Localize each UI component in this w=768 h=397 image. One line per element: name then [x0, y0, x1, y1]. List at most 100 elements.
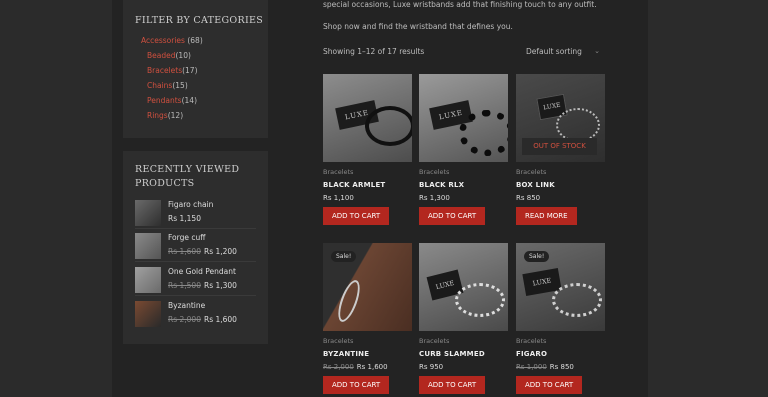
- recent-item[interactable]: Byzantine Rs 2,000 Rs 1,600: [135, 301, 256, 329]
- category-bracelets[interactable]: Bracelets(17): [147, 63, 203, 78]
- category-count: (17): [182, 66, 198, 75]
- product-price: Rs 1,300: [419, 194, 450, 202]
- category-rings[interactable]: Rings(12): [147, 108, 203, 123]
- recently-viewed-title: RECENTLY VIEWED PRODUCTS: [135, 163, 239, 191]
- recent-item-thumbnail: [135, 301, 161, 327]
- category-beaded[interactable]: Beaded(10): [147, 48, 203, 63]
- category-pendants[interactable]: Pendants(14): [147, 93, 203, 108]
- bracelet-shape: [556, 108, 600, 142]
- product-category[interactable]: Bracelets: [323, 337, 412, 345]
- category-label: Chains: [147, 81, 173, 90]
- recent-item-thumbnail: [135, 200, 161, 226]
- bracelet-shape: [455, 283, 505, 317]
- product-name[interactable]: BLACK ARMLET: [323, 181, 412, 189]
- recent-item-price: Rs 1,600 Rs 1,200: [168, 247, 237, 256]
- category-label: Beaded: [147, 51, 176, 60]
- product-card: LUXE Bracelets BLACK ARMLET Rs 1,100 ADD…: [323, 74, 412, 225]
- sale-badge: Sale!: [331, 251, 357, 262]
- category-count: (68): [187, 36, 203, 45]
- recent-item[interactable]: Figaro chain Rs 1,150: [135, 200, 256, 229]
- recent-item-name[interactable]: Forge cuff: [168, 233, 205, 242]
- product-card: LUXE Bracelets BLACK RLX Rs 1,300 ADD TO…: [419, 74, 508, 225]
- recent-item-current-price: Rs 1,200: [203, 247, 237, 256]
- product-image[interactable]: LUXE OUT OF STOCK: [516, 74, 605, 162]
- recent-item-price: Rs 2,000 Rs 1,600: [168, 315, 237, 324]
- recent-item[interactable]: Forge cuff Rs 1,600 Rs 1,200: [135, 233, 256, 262]
- recently-viewed-title-line2: PRODUCTS: [135, 178, 195, 189]
- recent-item-thumbnail: [135, 267, 161, 293]
- recent-item-price: Rs 1,500 Rs 1,300: [168, 281, 237, 290]
- product-category[interactable]: Bracelets: [419, 168, 508, 176]
- recent-item-current-price: Rs 1,600: [203, 315, 237, 324]
- chevron-down-icon: ⌄: [594, 47, 600, 55]
- product-category[interactable]: Bracelets: [516, 168, 605, 176]
- category-count: (15): [172, 81, 188, 90]
- add-to-cart-button[interactable]: ADD TO CART: [419, 207, 486, 225]
- recent-item-old-price: Rs 1,600: [168, 247, 201, 256]
- product-card: Sale! Bracelets BYZANTINE Rs 2,000 Rs 1,6…: [323, 243, 412, 394]
- category-accessories[interactable]: Accessories (68): [141, 33, 203, 48]
- category-label: Accessories: [141, 36, 185, 45]
- product-card: LUXE Bracelets CURB SLAMMED Rs 950 ADD T…: [419, 243, 508, 394]
- product-image[interactable]: LUXE: [419, 74, 508, 162]
- sorting-value: Default sorting: [526, 46, 582, 56]
- bracelet-shape: [365, 106, 412, 146]
- product-price: Rs 850: [516, 194, 541, 202]
- result-count: Showing 1–12 of 17 results: [323, 47, 425, 56]
- recent-item-current-price: Rs 1,300: [203, 281, 237, 290]
- recent-item-name[interactable]: One Gold Pendant: [168, 267, 236, 276]
- category-chains[interactable]: Chains(15): [147, 78, 203, 93]
- product-old-price: Rs 2,000: [323, 363, 354, 371]
- product-category[interactable]: Bracelets: [516, 337, 605, 345]
- category-description-line2: Shop now and find the wristband that def…: [323, 22, 513, 31]
- brand-card-text: LUXE: [438, 108, 464, 122]
- product-old-price: Rs 1,000: [516, 363, 547, 371]
- recently-viewed-widget: RECENTLY VIEWED PRODUCTS Figaro chain Rs…: [123, 151, 268, 344]
- bracelet-shape: [459, 110, 508, 156]
- add-to-cart-button[interactable]: ADD TO CART: [419, 376, 486, 394]
- category-label: Bracelets: [147, 66, 183, 75]
- product-category[interactable]: Bracelets: [323, 168, 412, 176]
- brand-card-text: LUXE: [542, 101, 562, 112]
- product-name[interactable]: BYZANTINE: [323, 350, 412, 358]
- out-of-stock-badge: OUT OF STOCK: [522, 138, 597, 155]
- recent-item-old-price: Rs 1,500: [168, 281, 201, 290]
- product-image[interactable]: LUXE Sale!: [516, 243, 605, 331]
- brand-card-text: LUXE: [434, 278, 456, 292]
- product-price: Rs 2,000 Rs 1,600: [323, 363, 412, 371]
- brand-card-text: LUXE: [532, 276, 552, 288]
- filter-widget: FILTER BY CATEGORIES Accessories (68) Be…: [123, 0, 268, 138]
- sorting-select[interactable]: Default sorting ⌄: [520, 44, 606, 58]
- bracelet-shape: [552, 283, 602, 317]
- recent-item-price: Rs 1,150: [168, 214, 201, 223]
- product-image[interactable]: Sale!: [323, 243, 412, 331]
- product-current-price: Rs 1,600: [356, 363, 388, 371]
- product-name[interactable]: BLACK RLX: [419, 181, 508, 189]
- add-to-cart-button[interactable]: ADD TO CART: [323, 376, 390, 394]
- read-more-button[interactable]: READ MORE: [516, 207, 577, 225]
- recent-item[interactable]: One Gold Pendant Rs 1,500 Rs 1,300: [135, 267, 256, 296]
- product-name[interactable]: CURB SLAMMED: [419, 350, 508, 358]
- product-image[interactable]: LUXE: [419, 243, 508, 331]
- product-card: LUXE Sale! Bracelets FIGARO Rs 1,000 Rs 8…: [516, 243, 605, 394]
- product-price: Rs 950: [419, 363, 444, 371]
- product-price: Rs 1,100: [323, 194, 354, 202]
- category-label: Pendants: [147, 96, 182, 105]
- add-to-cart-button[interactable]: ADD TO CART: [323, 207, 390, 225]
- filter-title: FILTER BY CATEGORIES: [135, 15, 264, 26]
- recent-item-thumbnail: [135, 233, 161, 259]
- category-count: (14): [181, 96, 197, 105]
- recent-item-name[interactable]: Figaro chain: [168, 200, 213, 209]
- recent-item-old-price: Rs 2,000: [168, 315, 201, 324]
- recently-viewed-title-line1: RECENTLY VIEWED: [135, 164, 240, 175]
- product-price: Rs 1,000 Rs 850: [516, 363, 605, 371]
- category-count: (12): [167, 111, 184, 120]
- add-to-cart-button[interactable]: ADD TO CART: [516, 376, 583, 394]
- product-current-price: Rs 850: [549, 363, 574, 371]
- category-count: (10): [175, 51, 191, 60]
- product-category[interactable]: Bracelets: [419, 337, 508, 345]
- recent-item-name[interactable]: Byzantine: [168, 301, 205, 310]
- product-image[interactable]: LUXE: [323, 74, 412, 162]
- product-name[interactable]: BOX LINK: [516, 181, 605, 189]
- product-name[interactable]: FIGARO: [516, 350, 605, 358]
